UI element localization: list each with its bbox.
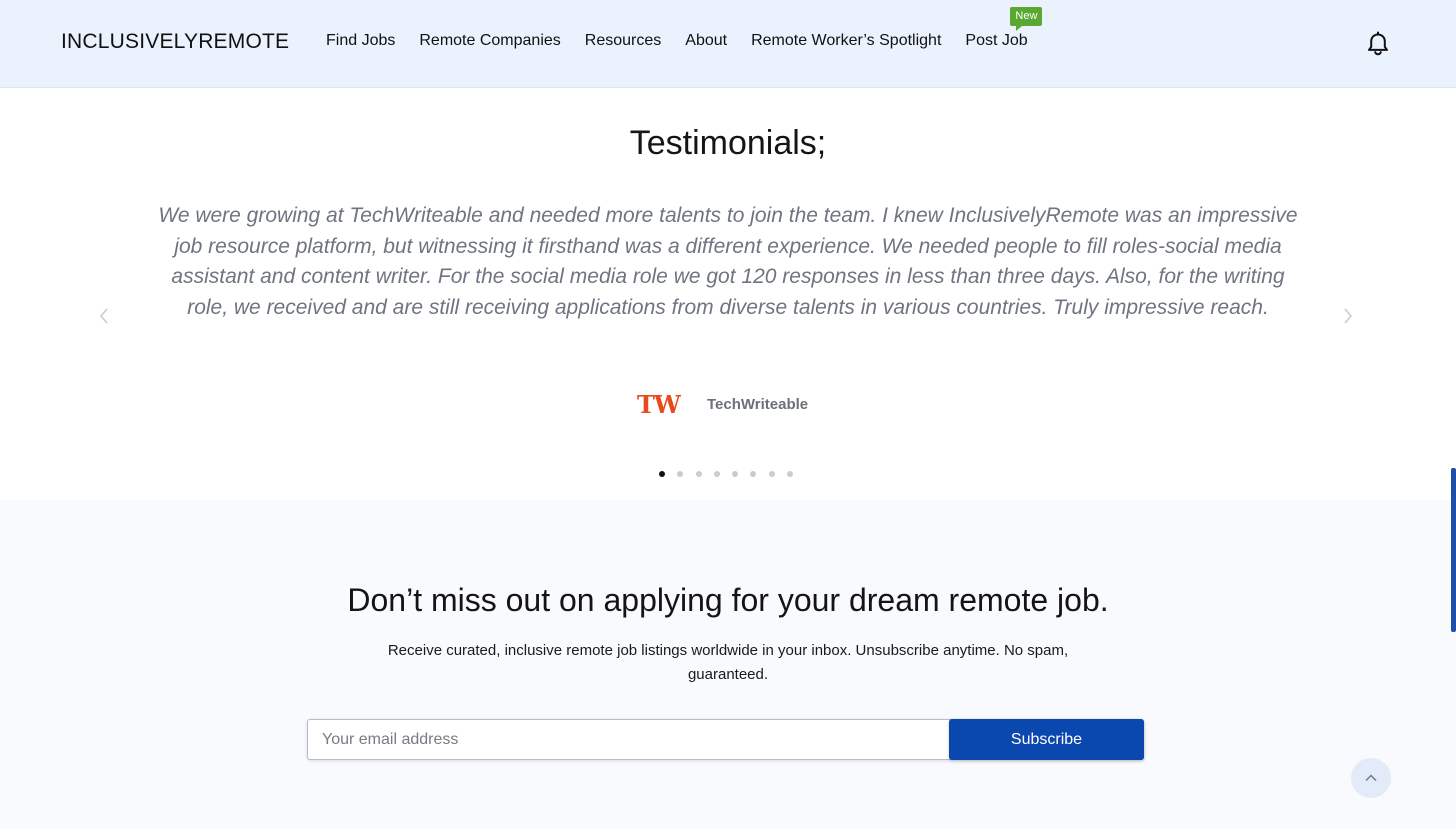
carousel-next-button[interactable]	[1340, 304, 1356, 328]
bell-icon[interactable]	[1364, 30, 1392, 58]
testimonial-quote: We were growing at TechWriteable and nee…	[158, 204, 1298, 319]
nav-post-job-label: Post Job	[965, 32, 1028, 49]
carousel-dot[interactable]	[659, 471, 665, 477]
carousel-prev-button[interactable]	[96, 304, 112, 328]
svg-text:TW: TW	[637, 392, 682, 416]
chevron-left-icon	[99, 308, 108, 324]
carousel-dot[interactable]	[787, 471, 794, 477]
carousel-dot[interactable]	[750, 471, 757, 477]
nav-find-jobs[interactable]: Find Jobs	[326, 32, 395, 50]
carousel-dot[interactable]	[713, 471, 720, 477]
nav-post-job[interactable]: Post Job New	[965, 7, 1043, 50]
newsletter-title: Don’t miss out on applying for your drea…	[347, 582, 1109, 618]
back-to-top-button[interactable]	[1351, 758, 1391, 798]
carousel-dot[interactable]	[677, 471, 684, 477]
page: INCLUSIVELYREMOTE Find Jobs Remote Compa…	[0, 0, 1456, 829]
carousel-dot[interactable]	[768, 471, 775, 477]
nav-about[interactable]: About	[685, 32, 727, 50]
site-header: INCLUSIVELYREMOTE Find Jobs Remote Compa…	[0, 0, 1456, 88]
nav-remote-workers-spotlight[interactable]: Remote Worker’s Spotlight	[751, 32, 941, 50]
chevron-up-icon	[1365, 774, 1377, 782]
testimonials-title: Testimonials;	[629, 124, 827, 162]
subscribe-form: Subscribe	[307, 719, 1144, 760]
testimonials-section: Testimonials; We were growing at TechWri…	[0, 88, 1456, 500]
nav-remote-companies[interactable]: Remote Companies	[419, 32, 560, 50]
carousel-dot[interactable]	[695, 471, 702, 477]
carousel-dot[interactable]	[732, 471, 739, 477]
email-input[interactable]	[308, 720, 948, 759]
testimonial-author-name: TechWriteable	[707, 395, 809, 413]
newsletter-subtitle: Receive curated, inclusive remote job li…	[387, 642, 1069, 683]
page-scrollbar[interactable]	[1451, 468, 1456, 632]
subscribe-button[interactable]: Subscribe	[949, 719, 1144, 760]
testimonial-author: TW TechWriteable	[637, 392, 808, 416]
site-logo[interactable]: INCLUSIVELYREMOTE	[61, 30, 289, 54]
newsletter-section: Don’t miss out on applying for your drea…	[0, 500, 1456, 829]
chevron-right-icon	[1344, 308, 1353, 324]
carousel-dots	[659, 471, 805, 477]
nav-resources[interactable]: Resources	[585, 32, 661, 50]
main-nav: Find Jobs Remote Companies Resources Abo…	[326, 7, 1043, 50]
new-badge: New	[1010, 7, 1043, 31]
techwriteable-logo: TW	[637, 392, 683, 416]
